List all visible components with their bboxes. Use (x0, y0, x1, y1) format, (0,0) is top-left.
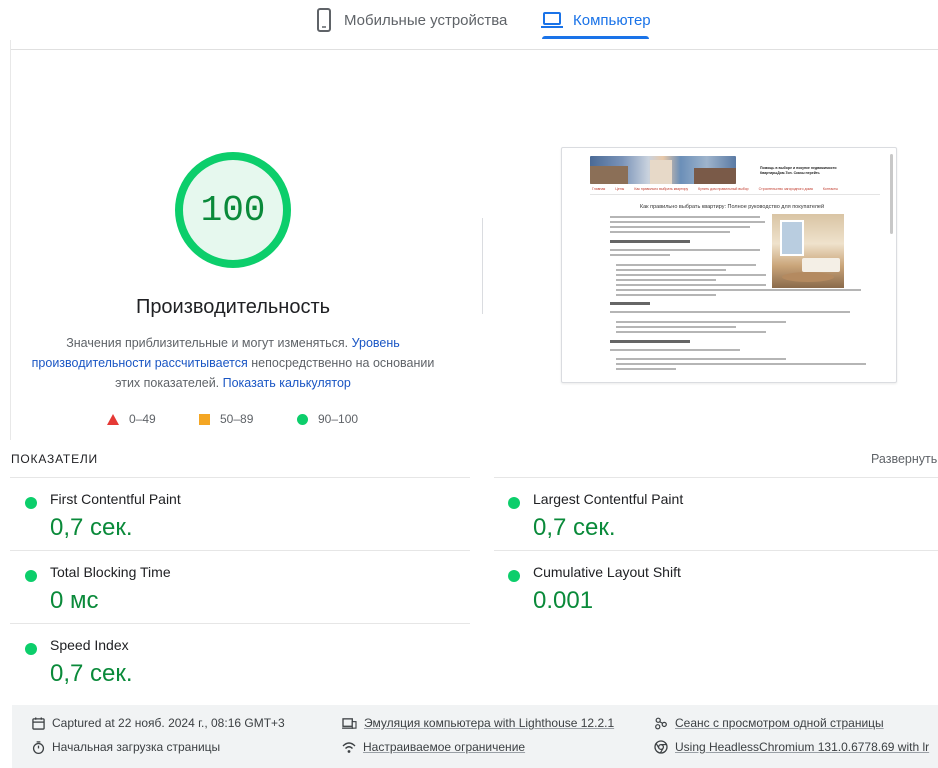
laptop-icon (541, 12, 563, 28)
metric-name: Total Blocking Time (50, 564, 171, 580)
metric-name: Cumulative Layout Shift (533, 564, 681, 580)
emulation-text: Эмуляция компьютера with Lighthouse 12.2… (364, 716, 615, 730)
emulation-info[interactable]: Эмуляция компьютера with Lighthouse 12.2… (342, 716, 614, 730)
metric-largest-contentful-paint[interactable]: Largest Contentful Paint 0,7 сек. (505, 487, 925, 557)
pass-circle-icon (25, 497, 37, 509)
square-icon (199, 413, 210, 425)
show-calculator-link[interactable]: Показать калькулятор (223, 376, 351, 390)
metric-name: First Contentful Paint (50, 491, 181, 507)
captured-at: Captured at 22 нояб. 2024 г., 08:16 GMT+… (32, 716, 285, 730)
metric-cumulative-layout-shift[interactable]: Cumulative Layout Shift 0.001 (505, 560, 925, 630)
tabs-divider (10, 49, 938, 50)
calendar-icon (32, 716, 45, 730)
legend-fail-label: 0–49 (129, 412, 156, 426)
metrics-section-label: ПОКАЗАТЕЛИ (11, 452, 98, 466)
score-legend: 0–49 50–89 90–100 (0, 412, 470, 430)
legend-average-label: 50–89 (220, 412, 254, 426)
screenshot-nav-item: Строительство загородного дома (758, 187, 813, 191)
metric-total-blocking-time[interactable]: Total Blocking Time 0 мс (22, 560, 442, 630)
metric-value: 0.001 (533, 587, 594, 614)
tab-mobile-label: Мобильные устройства (344, 11, 508, 29)
circle-icon (297, 413, 308, 425)
screenshot-nav: Главная Цены Как правильно выбрать кварт… (592, 187, 838, 191)
device-tabs: Мобильные устройства Компьютер (0, 0, 938, 40)
metric-value: 0,7 сек. (50, 514, 133, 541)
legend-pass-label: 90–100 (318, 412, 359, 426)
screenshot-nav-item: Главная (592, 187, 606, 191)
screenshot-article-image (772, 214, 844, 288)
legend-pass: 90–100 (297, 412, 358, 426)
metric-value: 0,7 сек. (50, 660, 133, 687)
timer-icon (32, 740, 45, 754)
screenshot-divider (590, 194, 880, 195)
screenshot-nav-item: Цены (615, 187, 625, 191)
metric-speed-index[interactable]: Speed Index 0,7 сек. (22, 633, 442, 703)
metric-divider (10, 477, 470, 478)
devices-icon (342, 717, 357, 729)
pass-circle-icon (508, 570, 520, 582)
tab-desktop-label: Компьютер (573, 11, 651, 29)
wifi-icon (342, 741, 356, 753)
triangle-icon (107, 413, 119, 425)
screenshot-banner-image (590, 156, 736, 184)
initial-load: Начальная загрузка страницы (32, 740, 220, 754)
metric-value: 0,7 сек. (533, 514, 616, 541)
gauge-desc-prefix: Значения приблизительные и могут изменят… (66, 336, 352, 350)
session-text: Сеанс с просмотром одной страницы (675, 716, 884, 730)
screenshot-nav-item: Контакты (822, 187, 838, 191)
screenshot-nav-item: Как правильно выбрать квартиру (634, 187, 689, 191)
screenshot-article-title: Как правильно выбрать квартиру: Полное р… (639, 204, 825, 210)
runtime-settings: Captured at 22 нояб. 2024 г., 08:16 GMT+… (12, 705, 938, 768)
metric-name: Largest Contentful Paint (533, 491, 684, 507)
panel-edge (10, 40, 11, 440)
metric-value: 0 мс (50, 587, 99, 614)
screenshot-nav-item: Купить дом правильный выбор (698, 187, 749, 191)
browser-text: Using HeadlessChromium 131.0.6778.69 wit… (675, 740, 930, 754)
throttling-info[interactable]: Настраиваемое ограничение (342, 740, 525, 754)
captured-at-text: Captured at 22 нояб. 2024 г., 08:16 GMT+… (52, 716, 285, 730)
active-tab-indicator (542, 36, 649, 39)
gauge-title: Производительность (135, 296, 331, 318)
legend-average: 50–89 (199, 412, 253, 426)
screenshot-scrollbar (890, 154, 893, 234)
chrome-icon (654, 740, 668, 754)
pass-circle-icon (25, 643, 37, 655)
browser-info[interactable]: Using HeadlessChromium 131.0.6778.69 wit… (654, 740, 929, 754)
session-info[interactable]: Сеанс с просмотром одной страницы (654, 716, 884, 730)
metric-divider (494, 477, 938, 478)
tab-desktop[interactable]: Компьютер (541, 0, 651, 40)
final-screenshot[interactable]: Помощь в выборе и покупке недвижимости К… (561, 147, 897, 383)
nodes-icon (655, 717, 667, 729)
vertical-divider (482, 218, 483, 314)
phone-icon (317, 8, 331, 32)
legend-fail: 0–49 (107, 412, 156, 426)
expand-view-button[interactable]: Развернуть (871, 452, 937, 466)
performance-gauge[interactable]: 100 (173, 150, 293, 270)
throttling-text: Настраиваемое ограничение (363, 740, 526, 754)
metric-first-contentful-paint[interactable]: First Contentful Paint 0,7 сек. (22, 487, 442, 557)
pass-circle-icon (508, 497, 520, 509)
gauge-description: Значения приблизительные и могут изменят… (30, 333, 436, 393)
tab-mobile[interactable]: Мобильные устройства (314, 0, 507, 40)
performance-score: 100 (200, 189, 266, 231)
metric-name: Speed Index (50, 637, 129, 653)
pass-circle-icon (25, 570, 37, 582)
initial-load-text: Начальная загрузка страницы (52, 740, 221, 754)
screenshot-site-title: Помощь в выборе и покупке недвижимости К… (760, 166, 837, 175)
